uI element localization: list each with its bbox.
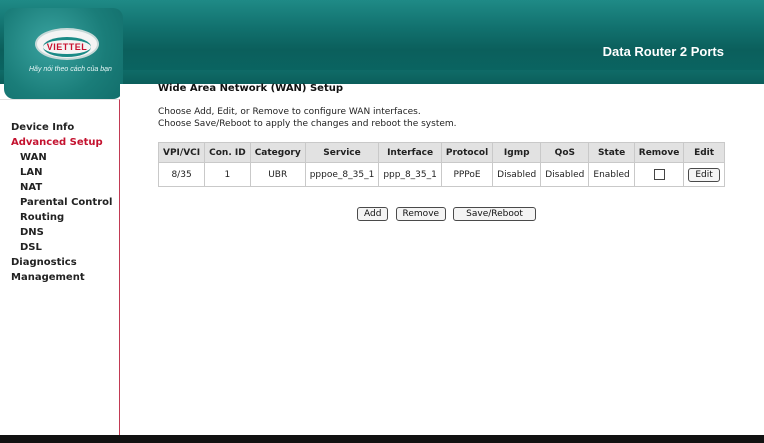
action-buttons: Add Remove Save/Reboot	[357, 201, 538, 221]
description-line-1: Choose Add, Edit, or Remove to configure…	[158, 107, 421, 117]
main-content: Wide Area Network (WAN) Setup Choose Add…	[120, 83, 764, 435]
column-header: Igmp	[492, 142, 542, 163]
sidebar-item-nat[interactable]: NAT	[20, 182, 42, 193]
bottom-bar	[0, 435, 764, 443]
column-header: Interface	[378, 142, 442, 163]
cell-state: Enabled	[588, 162, 635, 187]
cell-vpi-vci: 8/35	[157, 162, 206, 187]
product-name: Data Router 2 Ports	[602, 44, 724, 59]
sidebar-item-dns[interactable]: DNS	[20, 227, 44, 238]
cell-qos: Disabled	[540, 162, 590, 187]
column-header: Edit	[683, 142, 725, 163]
edit-button[interactable]: Edit	[688, 167, 720, 182]
brand-slogan: Hãy nói theo cách của bạn	[29, 66, 112, 73]
logo-emblem: VIETTEL	[35, 28, 99, 60]
cell-interface: ppp_8_35_1	[378, 162, 442, 187]
cell-remove	[633, 162, 685, 187]
cell-con-id: 1	[204, 162, 251, 187]
column-header: QoS	[540, 142, 590, 163]
logo-text: VIETTEL	[46, 42, 88, 52]
cell-edit: Edit	[683, 162, 725, 187]
table-header-row: VPI/VCI Con. ID Category Service Interfa…	[157, 142, 725, 163]
column-header: Service	[304, 142, 380, 163]
sidebar-item-lan[interactable]: LAN	[20, 167, 42, 178]
cell-category: UBR	[249, 162, 306, 187]
cell-protocol: PPPoE	[440, 162, 494, 187]
table-row: 8/35 1 UBR pppoe_8_35_1 ppp_8_35_1 PPPoE…	[157, 162, 725, 187]
sidebar-item-device-info[interactable]: Device Info	[11, 122, 74, 133]
sidebar-item-wan[interactable]: WAN	[20, 152, 47, 163]
description-line-2: Choose Save/Reboot to apply the changes …	[158, 119, 457, 129]
sidebar-item-routing[interactable]: Routing	[20, 212, 64, 223]
cell-service: pppoe_8_35_1	[304, 162, 380, 187]
sidebar-item-dsl[interactable]: DSL	[20, 242, 42, 253]
page-title: Wide Area Network (WAN) Setup	[158, 83, 344, 94]
remove-checkbox[interactable]	[653, 169, 665, 180]
cell-igmp: Disabled	[492, 162, 542, 187]
column-header: Remove	[633, 142, 685, 163]
sidebar-item-parental-control[interactable]: Parental Control	[20, 197, 112, 208]
brand-logo: VIETTEL Hãy nói theo cách của bạn	[4, 8, 123, 99]
sidebar-item-management[interactable]: Management	[11, 272, 85, 283]
sidebar-item-diagnostics[interactable]: Diagnostics	[11, 257, 77, 268]
column-header: Con. ID	[204, 142, 251, 163]
column-header: Protocol	[440, 142, 494, 163]
sidebar-nav: Device Info Advanced Setup WAN LAN NAT P…	[0, 99, 120, 436]
remove-button[interactable]: Remove	[395, 207, 447, 221]
column-header: State	[588, 142, 635, 163]
column-header: VPI/VCI	[157, 142, 206, 163]
sidebar-item-advanced-setup[interactable]: Advanced Setup	[11, 137, 103, 148]
wan-table: VPI/VCI Con. ID Category Service Interfa…	[157, 142, 725, 187]
column-header: Category	[249, 142, 306, 163]
add-button[interactable]: Add	[357, 207, 389, 221]
save-reboot-button[interactable]: Save/Reboot	[453, 207, 536, 221]
